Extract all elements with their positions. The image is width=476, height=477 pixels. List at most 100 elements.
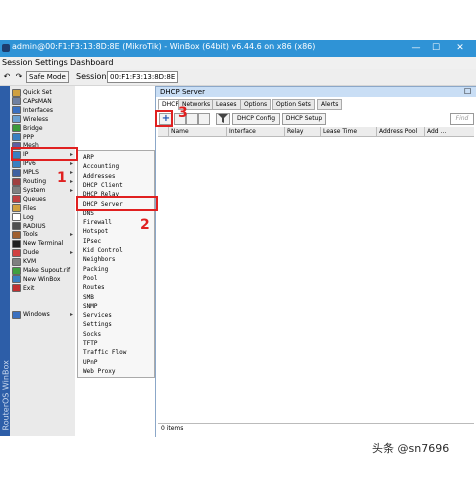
sidebar-item-label: IPv6 [23, 160, 36, 168]
app-icon [2, 44, 10, 52]
tab-options[interactable]: Options [240, 99, 272, 110]
highlight-dhcp-server [76, 196, 158, 211]
ip-menu-smb[interactable]: SMB [83, 293, 94, 302]
sidebar-item-label: Interfaces [23, 106, 53, 114]
column-address-pool[interactable]: Address Pool [376, 127, 425, 136]
ip-menu-traffic-flow[interactable]: Traffic Flow [83, 348, 126, 357]
sidebar-item-queues[interactable]: Queues [12, 195, 46, 204]
ip-menu-snmp[interactable]: SNMP [83, 302, 97, 311]
column-add-arp[interactable]: Add ... [424, 127, 473, 136]
column-lease-time[interactable]: Lease Time [320, 127, 377, 136]
dhcp-config-button[interactable]: DHCP Config [232, 113, 280, 125]
sidebar-item-icon [12, 266, 21, 275]
sidebar-item-label: Bridge [23, 124, 43, 132]
sidebar-item-icon [12, 133, 21, 141]
ip-menu-ipsec[interactable]: IPsec [83, 237, 101, 246]
menu-bar: Session Settings Dashboard [0, 57, 476, 69]
sidebar-item-ppp[interactable]: PPP [12, 133, 34, 142]
menu-dashboard[interactable]: Dashboard [70, 58, 113, 67]
column-name[interactable]: Name [168, 127, 227, 136]
enable-button[interactable] [186, 113, 198, 125]
sidebar-item-label: Routing [23, 178, 47, 185]
session-label: Session: [76, 72, 110, 81]
sidebar-item-radius[interactable]: RADIUS [12, 222, 46, 231]
minimize-button[interactable]: — [406, 40, 426, 57]
sidebar-item-icon [12, 195, 21, 204]
sidebar-item-label: Wireless [23, 115, 49, 123]
ip-menu-kid-control[interactable]: Kid Control [83, 246, 123, 255]
ip-menu-routes[interactable]: Routes [83, 283, 105, 292]
sidebar-item-exit[interactable]: Exit [12, 284, 34, 293]
sidebar-item-kvm[interactable]: KVM [12, 257, 36, 266]
ip-menu-web-proxy[interactable]: Web Proxy [83, 367, 116, 376]
sidebar-item-label: RADIUS [23, 222, 46, 230]
sidebar-item-interfaces[interactable]: Interfaces [12, 106, 53, 115]
annotation-2: 2 [140, 217, 150, 233]
disable-button[interactable] [198, 113, 210, 125]
sidebar-item-icon [12, 230, 21, 239]
ip-menu-addresses[interactable]: Addresses [83, 172, 116, 181]
ip-menu-socks[interactable]: Socks [83, 330, 101, 339]
sidebar-item-icon [12, 186, 21, 195]
ip-menu-tftp[interactable]: TFTP [83, 339, 97, 348]
safe-mode-button[interactable]: Safe Mode [26, 71, 69, 83]
ip-menu-neighbors[interactable]: Neighbors [83, 255, 116, 264]
sidebar-item-new-terminal[interactable]: New Terminal [12, 239, 63, 248]
sidebar-item-label: Quick Set [23, 89, 52, 96]
ip-menu-firewall[interactable]: Firewall [83, 218, 112, 227]
tab-option-sets[interactable]: Option Sets [272, 99, 315, 110]
find-input[interactable]: Find [450, 113, 474, 125]
tab-alerts[interactable]: Alerts [317, 99, 343, 110]
ip-menu-accounting[interactable]: Accounting [83, 162, 119, 171]
sidebar-item-label: KVM [23, 258, 37, 266]
sidebar-item-mpls[interactable]: MPLS ▸ [12, 168, 73, 177]
ip-menu-upnp[interactable]: UPnP [83, 358, 97, 367]
sidebar-item-windows[interactable]: Windows ▸ [12, 310, 73, 319]
sidebar-item-log[interactable]: Log [12, 213, 34, 222]
main-menu: Quick Set CAPsMAN Interfaces Wireless Bridge… [10, 86, 75, 436]
sidebar-item-label: Make Supout.rif [23, 267, 71, 274]
column-relay[interactable]: Relay [284, 127, 321, 136]
sidebar-item-icon [12, 257, 21, 266]
tab-leases[interactable]: Leases [212, 99, 241, 110]
ip-menu-pool[interactable]: Pool [83, 274, 97, 283]
sidebar-item-icon [12, 106, 21, 115]
menu-session[interactable]: Session [2, 58, 33, 67]
sidebar-item-system[interactable]: System ▸ [12, 186, 73, 195]
ip-menu-packing[interactable]: Packing [83, 265, 108, 274]
column-select[interactable] [158, 127, 168, 136]
sidebar-item-bridge[interactable]: Bridge [12, 124, 43, 133]
filter-icon[interactable] [216, 113, 230, 125]
sidebar-item-capsman[interactable]: CAPsMAN [12, 97, 52, 106]
ip-menu-hotspot[interactable]: Hotspot [83, 227, 108, 236]
sidebar-item-wireless[interactable]: Wireless [12, 115, 48, 124]
ip-menu-services[interactable]: Services [83, 311, 112, 320]
sidebar-item-new-winbox[interactable]: New WinBox [12, 275, 60, 284]
sidebar-item-label: Files [23, 204, 37, 212]
sidebar-item-icon [12, 284, 21, 293]
sidebar-item-files[interactable]: Files [12, 204, 36, 213]
sidebar-item-label: PPP [23, 133, 34, 141]
sidebar-item-make-supout-rif[interactable]: Make Supout.rif [12, 266, 70, 275]
ip-menu-arp[interactable]: ARP [83, 153, 94, 162]
column-interface[interactable]: Interface [226, 127, 285, 136]
sidebar-item-routing[interactable]: Routing ▸ [12, 177, 73, 186]
sidebar-item-dude[interactable]: Dude ▸ [12, 248, 73, 257]
sidebar-item-tools[interactable]: Tools ▸ [12, 230, 73, 239]
undo-icon[interactable]: ↶ [2, 72, 12, 82]
redo-icon[interactable]: ↷ [14, 72, 24, 82]
close-button[interactable]: ✕ [450, 40, 470, 57]
dhcp-setup-button[interactable]: DHCP Setup [282, 113, 326, 125]
sidebar-item-quick-set[interactable]: Quick Set [12, 88, 52, 97]
session-field[interactable]: 00:F1:F3:13:8D:8E [107, 71, 179, 83]
highlight-add-button [155, 110, 173, 127]
ip-menu-dhcp-client[interactable]: DHCP Client [83, 181, 123, 190]
sidebar-item-icon [12, 124, 21, 133]
window-titlebar: admin@00:F1:F3:13:8D:8E (MikroTik) - Win… [0, 40, 476, 57]
dhcp-window-maximize-icon[interactable]: ☐ [464, 87, 471, 96]
menu-settings[interactable]: Settings [35, 58, 68, 67]
ip-menu-settings[interactable]: Settings [83, 320, 112, 329]
sidebar-item-label: MPLS [23, 169, 39, 177]
maximize-button[interactable]: ☐ [426, 40, 446, 57]
sidebar-item-icon [12, 213, 21, 222]
